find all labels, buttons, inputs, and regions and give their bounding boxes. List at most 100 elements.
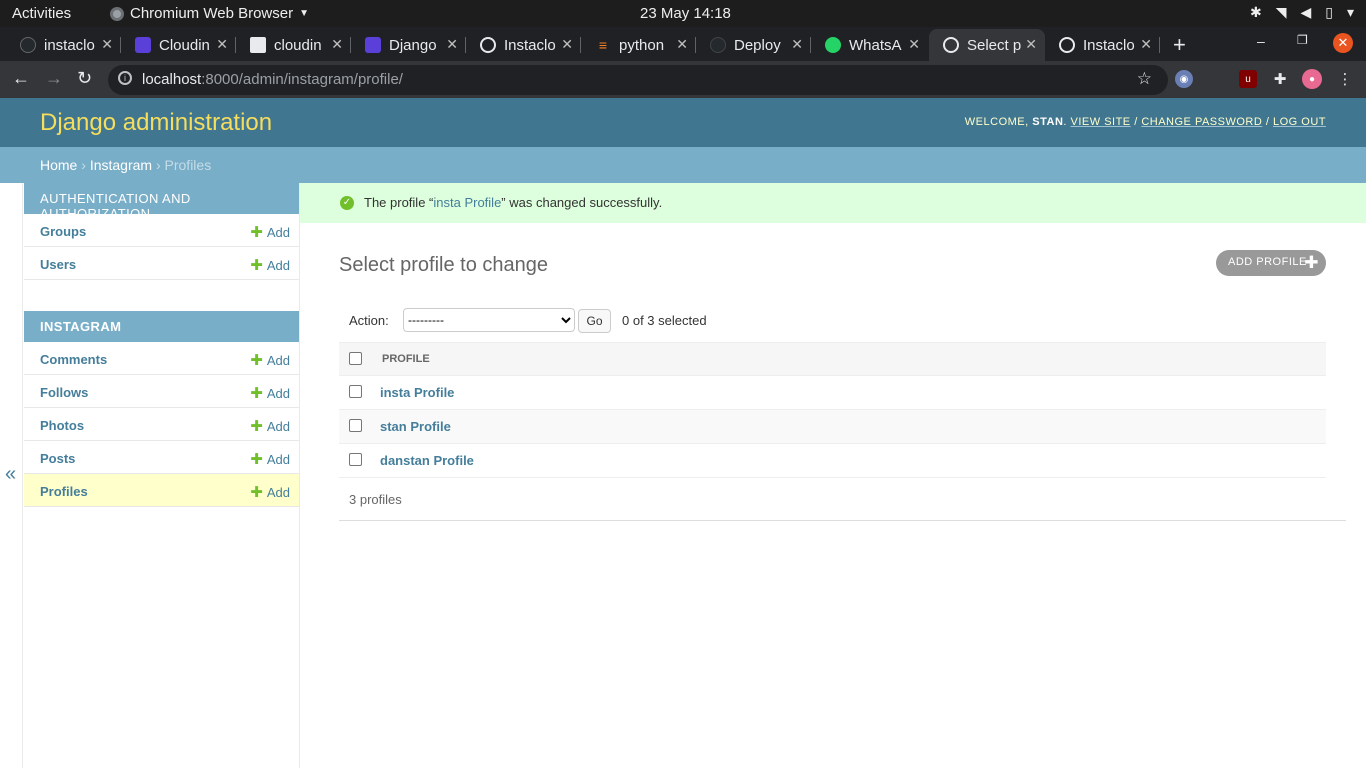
sidebar-item-label[interactable]: Posts (40, 451, 75, 466)
extension-owl-icon[interactable]: ◉ (1175, 70, 1193, 88)
sidebar-item-label[interactable]: Profiles (40, 484, 88, 499)
tab[interactable]: WhatsA ✕ (811, 29, 928, 61)
tab-title: Select p (967, 37, 1021, 54)
row-link[interactable]: insta Profile (380, 385, 454, 400)
volume-icon: ◀ (1300, 4, 1311, 21)
add-profile-button[interactable]: Add profile ✚ (1216, 250, 1326, 276)
close-tab-icon[interactable]: ✕ (216, 36, 228, 53)
module-caption[interactable]: INSTAGRAM (24, 311, 299, 342)
clock[interactable]: 23 May 14:18 (640, 5, 731, 22)
tab[interactable]: ≡ python ✕ (581, 29, 696, 61)
user-tools: Welcome, stan. View site / Change passwo… (965, 116, 1326, 128)
extension-counter-icon[interactable]: ⁲ (1207, 70, 1225, 88)
tab[interactable]: Deploy ✕ (696, 29, 811, 61)
cloudinary-icon (135, 37, 151, 53)
select-all-checkbox[interactable] (349, 352, 362, 365)
tab-title: python (619, 37, 673, 54)
table-row: stan Profile (339, 410, 1326, 444)
action-select[interactable]: --------- (403, 308, 575, 332)
tab[interactable]: Instaclo ✕ (466, 29, 581, 61)
close-tab-icon[interactable]: ✕ (1025, 36, 1037, 53)
back-icon[interactable]: ← (12, 68, 30, 89)
bookmark-star-icon[interactable]: ☆ (1137, 69, 1152, 89)
sidebar-item-label[interactable]: Photos (40, 418, 84, 433)
close-tab-icon[interactable]: ✕ (908, 36, 920, 53)
battery-icon: ▯ (1325, 4, 1333, 21)
forward-icon[interactable]: → (45, 68, 63, 89)
tab-title: Django (389, 37, 443, 54)
system-tray[interactable]: ✱ ◥ ◀ ▯ ▾ (1250, 4, 1354, 21)
row-link[interactable]: danstan Profile (380, 453, 474, 468)
cloudinary-icon (365, 37, 381, 53)
profile-avatar[interactable]: ● (1302, 69, 1322, 89)
github-icon (710, 37, 726, 53)
reload-icon[interactable]: ↻ (77, 68, 92, 89)
tab-strip: instaclo ✕ Cloudin ✕ cloudin ✕ Django ✕ … (0, 27, 1366, 61)
success-check-icon: ✓ (340, 196, 354, 210)
breadcrumb: Home › Instagram › Profiles (0, 147, 1366, 183)
toggle-nav-sidebar[interactable]: « (0, 183, 23, 768)
maximize-icon[interactable]: ❐ (1297, 33, 1308, 47)
close-tab-icon[interactable]: ✕ (101, 36, 113, 53)
module-auth: AUTHENTICATION AND AUTHORIZATION Groups … (24, 183, 299, 280)
add-link[interactable]: ✚ Add (250, 384, 290, 402)
tab[interactable]: Cloudin ✕ (121, 29, 236, 61)
close-tab-icon[interactable]: ✕ (1140, 36, 1152, 53)
breadcrumb-home[interactable]: Home (40, 157, 77, 173)
sidebar-item-label[interactable]: Follows (40, 385, 88, 400)
address-bar[interactable]: i localhost:8000/admin/instagram/profile… (108, 65, 1168, 95)
globe-icon (480, 37, 496, 53)
module-caption[interactable]: AUTHENTICATION AND AUTHORIZATION (24, 183, 299, 214)
url-text[interactable]: localhost:8000/admin/instagram/profile/ (142, 71, 403, 88)
action-label: Action: (349, 313, 389, 328)
page-title: Select profile to change (339, 254, 548, 277)
row-checkbox[interactable] (349, 385, 362, 398)
activities-button[interactable]: Activities (12, 5, 71, 22)
extensions-puzzle-icon[interactable]: ✚ (1271, 70, 1289, 88)
minimize-icon[interactable]: – (1257, 33, 1265, 49)
add-link[interactable]: ✚ Add (250, 417, 290, 435)
sidebar-item-label[interactable]: Comments (40, 352, 107, 367)
sidebar-item-users: Users ✚ Add (24, 247, 299, 280)
add-link[interactable]: ✚ Add (250, 351, 290, 369)
message-link[interactable]: insta Profile (433, 195, 501, 210)
close-tab-icon[interactable]: ✕ (791, 36, 803, 53)
view-site-link[interactable]: View site (1071, 116, 1131, 128)
table-row: danstan Profile (339, 444, 1326, 478)
add-link[interactable]: ✚ Add (250, 256, 290, 274)
row-checkbox[interactable] (349, 453, 362, 466)
site-info-icon[interactable]: i (118, 71, 132, 85)
sidebar-item-photos: Photos ✚ Add (24, 408, 299, 441)
add-link[interactable]: ✚ Add (250, 223, 290, 241)
close-tab-icon[interactable]: ✕ (446, 36, 458, 53)
table-header: PROFILE (339, 342, 1326, 376)
sidebar-item-label[interactable]: Groups (40, 224, 86, 239)
close-tab-icon[interactable]: ✕ (331, 36, 343, 53)
breadcrumb-app[interactable]: Instagram (90, 157, 152, 173)
site-branding[interactable]: Django administration (40, 109, 272, 137)
row-checkbox[interactable] (349, 419, 362, 432)
close-window-icon[interactable]: ✕ (1333, 33, 1353, 53)
sidebar-item-label[interactable]: Users (40, 257, 76, 272)
tab[interactable]: Django ✕ (351, 29, 466, 61)
row-link[interactable]: stan Profile (380, 419, 451, 434)
column-header-profile[interactable]: PROFILE (382, 353, 430, 365)
tab[interactable]: cloudin ✕ (236, 29, 351, 61)
globe-icon (943, 37, 959, 53)
close-tab-icon[interactable]: ✕ (676, 36, 688, 53)
add-link[interactable]: ✚ Add (250, 483, 290, 501)
tab[interactable]: Instaclo ✕ (1045, 29, 1160, 61)
log-out-link[interactable]: Log out (1273, 116, 1326, 128)
change-password-link[interactable]: Change password (1141, 116, 1262, 128)
close-tab-icon[interactable]: ✕ (561, 36, 573, 53)
new-tab-icon[interactable]: + (1173, 32, 1186, 58)
tab-active[interactable]: Select p ✕ (929, 29, 1045, 61)
sidebar-item-posts: Posts ✚ Add (24, 441, 299, 474)
go-button[interactable]: Go (578, 309, 611, 333)
app-menu[interactable]: Chromium Web Browser ▼ (110, 5, 309, 22)
ublock-icon[interactable]: u (1239, 70, 1257, 88)
browser-menu-icon[interactable]: ⋮ (1336, 70, 1354, 88)
sidebar-item-comments: Comments ✚ Add (24, 342, 299, 375)
tab[interactable]: instaclo ✕ (6, 29, 121, 61)
add-link[interactable]: ✚ Add (250, 450, 290, 468)
